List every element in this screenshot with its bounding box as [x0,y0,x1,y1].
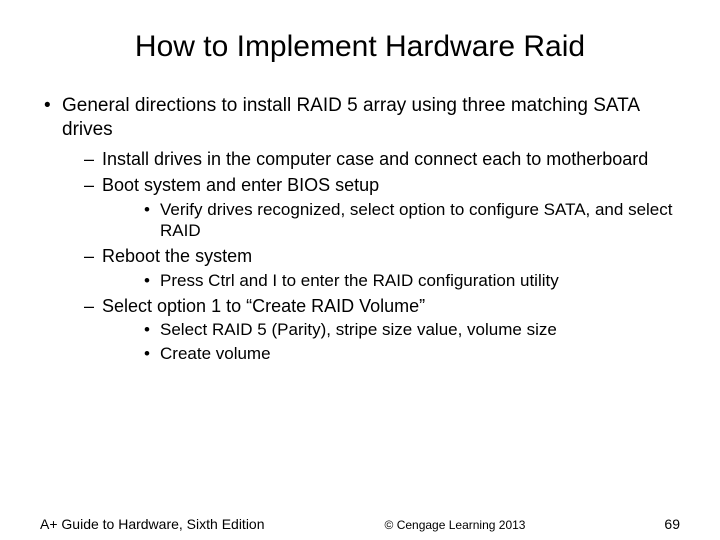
bullet-text: Boot system and enter BIOS setup [102,175,379,195]
bullet-text: Verify drives recognized, select option … [160,200,672,240]
slide-content: General directions to install RAID 5 arr… [40,94,680,364]
bullet-text: Create volume [160,344,271,363]
footer-copyright: © Cengage Learning 2013 [270,516,640,532]
bullet-text: General directions to install RAID 5 arr… [62,95,639,140]
bullet-list-level1: General directions to install RAID 5 arr… [40,94,680,364]
list-item: Boot system and enter BIOS setup Verify … [62,174,680,241]
bullet-list-level2: Install drives in the computer case and … [62,148,680,364]
bullet-text: Press Ctrl and I to enter the RAID confi… [160,271,559,290]
list-item: Select RAID 5 (Parity), stripe size valu… [102,319,680,340]
slide-title: How to Implement Hardware Raid [40,30,680,64]
list-item: Create volume [102,343,680,364]
list-item: Select option 1 to “Create RAID Volume” … [62,295,680,364]
bullet-list-level3: Select RAID 5 (Parity), stripe size valu… [102,319,680,364]
list-item: Install drives in the computer case and … [62,148,680,171]
list-item: Verify drives recognized, select option … [102,199,680,242]
bullet-list-level3: Verify drives recognized, select option … [102,199,680,242]
list-item: Reboot the system Press Ctrl and I to en… [62,245,680,291]
slide-footer: A+ Guide to Hardware, Sixth Edition © Ce… [40,516,680,532]
slide: How to Implement Hardware Raid General d… [0,0,720,540]
bullet-text: Reboot the system [102,246,252,266]
bullet-text: Install drives in the computer case and … [102,149,648,169]
footer-book-title: A+ Guide to Hardware, Sixth Edition [40,516,270,532]
bullet-list-level3: Press Ctrl and I to enter the RAID confi… [102,270,680,291]
bullet-text: Select option 1 to “Create RAID Volume” [102,296,425,316]
footer-page-number: 69 [640,516,680,532]
bullet-text: Select RAID 5 (Parity), stripe size valu… [160,320,557,339]
list-item: Press Ctrl and I to enter the RAID confi… [102,270,680,291]
list-item: General directions to install RAID 5 arr… [40,94,680,364]
